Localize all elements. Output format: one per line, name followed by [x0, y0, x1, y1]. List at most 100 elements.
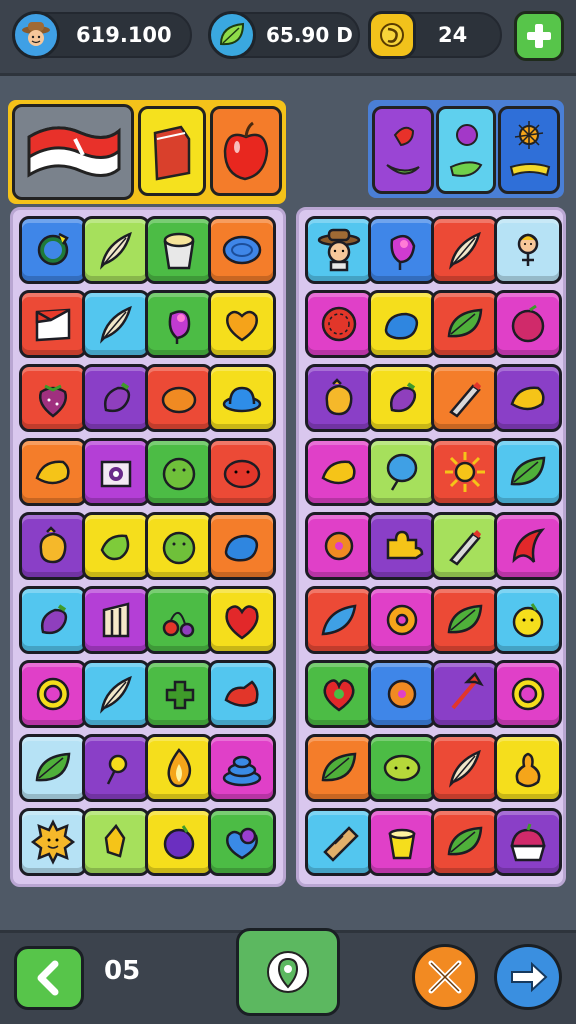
- right-tile-arrow[interactable]: [431, 660, 499, 728]
- left-tile-blue-oval[interactable]: [208, 216, 276, 284]
- left-tile-heart-red[interactable]: [208, 586, 276, 654]
- lime-oval-icon: [383, 754, 421, 782]
- right-tile-yellow-face[interactable]: [494, 586, 562, 654]
- flag-icon: [35, 308, 71, 342]
- level-number: 05: [104, 956, 141, 986]
- next-button[interactable]: [494, 944, 562, 1010]
- left-tile-red-shoe[interactable]: [208, 660, 276, 728]
- left-tile-blue-blob[interactable]: [208, 512, 276, 580]
- left-tile-strawberry[interactable]: [19, 364, 87, 432]
- left-tile-flag[interactable]: [19, 290, 87, 358]
- hint-button[interactable]: [236, 928, 340, 1016]
- left-tile-flame[interactable]: [145, 734, 213, 802]
- left-tile-red-blob[interactable]: [208, 438, 276, 506]
- right-tile-pink-bird[interactable]: [368, 216, 436, 284]
- right-tile-leaf[interactable]: [305, 734, 373, 802]
- left-tile-star-shard[interactable]: [82, 808, 150, 876]
- heart-red-icon: [225, 605, 259, 640]
- right-tile-cowboy[interactable]: [305, 216, 373, 284]
- donut-icon: [386, 604, 418, 636]
- left-tile-green-ball[interactable]: [145, 438, 213, 506]
- orange-ball-icon: [324, 531, 354, 561]
- tokens-counter[interactable]: 24: [368, 11, 502, 59]
- right-tile-lime-oval[interactable]: [368, 734, 436, 802]
- right-tile-pen[interactable]: [431, 512, 499, 580]
- right-tile-blue-blob[interactable]: [368, 290, 436, 358]
- left-tile-sun-face[interactable]: [19, 808, 87, 876]
- jacket-icon: [153, 125, 191, 181]
- left-tile-heart-orange[interactable]: [208, 290, 276, 358]
- right-tile-leaf[interactable]: [494, 438, 562, 506]
- left-tile-feather[interactable]: [82, 660, 150, 728]
- right-tile-orange-ball[interactable]: [305, 512, 373, 580]
- right-tile-donut[interactable]: [368, 586, 436, 654]
- gems-counter[interactable]: 65.90 D: [208, 11, 360, 59]
- flag-tool-button[interactable]: [12, 104, 134, 200]
- right-tile-orange-ball[interactable]: [368, 660, 436, 728]
- right-tile-red-leaf[interactable]: [494, 512, 562, 580]
- left-tile-cherries[interactable]: [145, 586, 213, 654]
- shelf-slot-2[interactable]: [436, 106, 496, 194]
- left-tile-ring[interactable]: [19, 660, 87, 728]
- back-button[interactable]: [14, 946, 84, 1010]
- left-tile-blue-heart[interactable]: [208, 808, 276, 876]
- berry-leaf-icon: [449, 124, 483, 177]
- jacket-tool-button[interactable]: [138, 106, 206, 196]
- right-tile-plum[interactable]: [494, 290, 562, 358]
- right-tile-cake[interactable]: [494, 808, 562, 876]
- right-tile-pear[interactable]: [494, 734, 562, 802]
- left-tile-chick[interactable]: [19, 512, 87, 580]
- right-tile-red-heart[interactable]: [305, 660, 373, 728]
- left-tile-green-circle[interactable]: [19, 216, 87, 284]
- right-tile-eggplant[interactable]: [368, 364, 436, 432]
- right-tile-red-wheel[interactable]: [305, 290, 373, 358]
- shelf-slot-1[interactable]: [372, 106, 434, 194]
- left-tile-purple-ball[interactable]: [145, 808, 213, 876]
- right-tile-yellow-cup[interactable]: [368, 808, 436, 876]
- right-tile-blue-balloon[interactable]: [368, 438, 436, 506]
- left-tile-bucket[interactable]: [145, 216, 213, 284]
- right-tile-lemon[interactable]: [494, 364, 562, 432]
- left-tile-eggplant[interactable]: [19, 586, 87, 654]
- feather-icon: [100, 231, 132, 270]
- left-tile-gate[interactable]: [82, 586, 150, 654]
- left-tile-green-ball[interactable]: [145, 512, 213, 580]
- right-tile-girl[interactable]: [494, 216, 562, 284]
- right-tile-ring[interactable]: [494, 660, 562, 728]
- shelf-slot-3[interactable]: [498, 106, 560, 194]
- purple-ball-icon: [163, 825, 195, 860]
- left-tile-orange-blob[interactable]: [145, 364, 213, 432]
- right-tile-puzzle[interactable]: [368, 512, 436, 580]
- right-tile-feather[interactable]: [431, 216, 499, 284]
- left-tile-feather[interactable]: [82, 290, 150, 358]
- red-wheel-icon: [321, 306, 357, 342]
- shuffle-button[interactable]: [412, 944, 478, 1010]
- left-tile-blue-hat[interactable]: [208, 364, 276, 432]
- right-tile-leaf[interactable]: [431, 290, 499, 358]
- left-tile-eggplant[interactable]: [82, 364, 150, 432]
- left-tile-leaf[interactable]: [19, 734, 87, 802]
- right-tile-lemon[interactable]: [305, 438, 373, 506]
- apple-tool-button[interactable]: [210, 106, 282, 196]
- left-tile-feather[interactable]: [82, 216, 150, 284]
- left-tile-blue-cake[interactable]: [208, 734, 276, 802]
- radish-pea-icon: [386, 126, 420, 175]
- right-tile-chick[interactable]: [305, 364, 373, 432]
- left-tile-green-fruit[interactable]: [82, 512, 150, 580]
- ring-icon: [36, 677, 70, 711]
- add-resources-button[interactable]: [514, 11, 564, 61]
- coins-counter[interactable]: 619.100: [12, 11, 192, 59]
- right-tile-leaf[interactable]: [431, 808, 499, 876]
- lemon-icon: [35, 460, 70, 485]
- left-tile-lemon[interactable]: [19, 438, 87, 506]
- right-tile-pen[interactable]: [431, 364, 499, 432]
- right-tile-feather[interactable]: [431, 734, 499, 802]
- left-tile-lollipop[interactable]: [82, 734, 150, 802]
- left-tile-purple-bird[interactable]: [145, 290, 213, 358]
- right-tile-sun[interactable]: [431, 438, 499, 506]
- right-tile-leaf[interactable]: [431, 586, 499, 654]
- right-tile-bandage[interactable]: [305, 808, 373, 876]
- left-tile-eye[interactable]: [82, 438, 150, 506]
- left-tile-leaf-puzzle[interactable]: [145, 660, 213, 728]
- right-tile-blue-leaf[interactable]: [305, 586, 373, 654]
